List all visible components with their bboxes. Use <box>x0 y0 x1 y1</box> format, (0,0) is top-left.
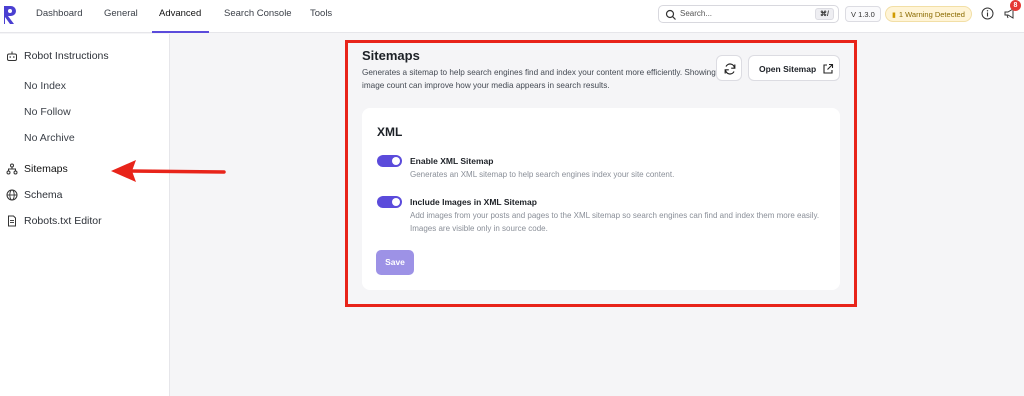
search-input[interactable]: Search... ⌘/ <box>658 5 839 23</box>
sitemap-icon <box>6 163 18 175</box>
top-navigation-bar: Dashboard General Advanced Search Consol… <box>0 0 1024 33</box>
version-badge: V 1.3.0 <box>845 6 881 22</box>
search-icon <box>665 9 676 20</box>
search-placeholder: Search... <box>680 9 713 18</box>
signal-bars-icon: ▮ <box>892 12 896 19</box>
robot-icon <box>7 51 17 61</box>
tab-advanced[interactable]: Advanced <box>151 8 210 33</box>
sidebar-item-label: Schema <box>24 189 63 201</box>
warning-text: 1 Warning Detected <box>898 10 965 19</box>
warning-badge[interactable]: ▮ 1 Warning Detected <box>885 6 972 22</box>
tab-general[interactable]: General <box>104 8 138 33</box>
sidebar-item-no-archive[interactable]: No Archive <box>24 132 75 144</box>
annotation-arrow <box>111 160 226 182</box>
sidebar-item-no-index[interactable]: No Index <box>24 80 66 92</box>
sidebar-item-label: Robots.txt Editor <box>24 215 102 227</box>
tab-search-console[interactable]: Search Console <box>224 8 292 33</box>
sidebar-item-no-follow[interactable]: No Follow <box>24 106 71 118</box>
globe-icon <box>6 189 18 201</box>
annotation-highlight-box <box>345 40 857 307</box>
sidebar-item-label: Robot Instructions <box>24 50 109 62</box>
document-icon <box>8 215 16 227</box>
tab-dashboard[interactable]: Dashboard <box>36 8 82 33</box>
sidebar-item-label: Sitemaps <box>24 163 68 175</box>
info-icon[interactable] <box>981 7 994 20</box>
brand-logo-icon[interactable] <box>2 4 18 26</box>
notification-count-badge: 8 <box>1010 0 1021 11</box>
tab-tools[interactable]: Tools <box>310 8 332 33</box>
search-shortcut-badge: ⌘/ <box>815 8 834 20</box>
